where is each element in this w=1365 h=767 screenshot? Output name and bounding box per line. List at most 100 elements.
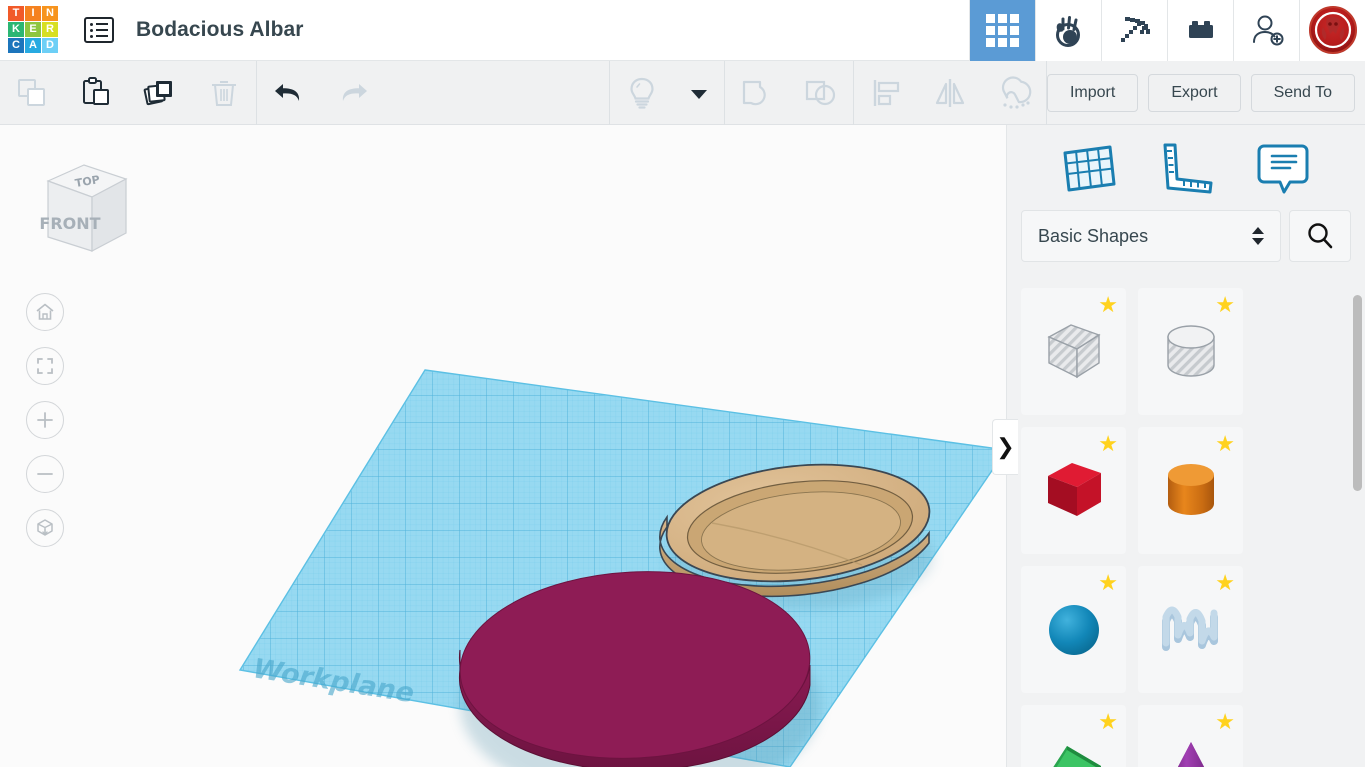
page-title: Bodacious Albar [136, 18, 304, 41]
undo-arrow-icon [275, 83, 300, 101]
pickaxe-icon [1120, 17, 1150, 42]
star-icon: ★ [1098, 709, 1118, 734]
duplicate-button[interactable] [128, 61, 192, 125]
logo-letter: I [31, 7, 35, 19]
view-cube-front-label: FRONT [39, 214, 100, 233]
star-icon: ★ [1215, 709, 1235, 734]
tab-workplane[interactable] [1058, 139, 1120, 197]
canvas-scene: Workplane [238, 369, 1006, 767]
zoom-out-button[interactable] [26, 455, 64, 493]
undo-button[interactable] [257, 61, 321, 125]
tab-ruler[interactable] [1155, 139, 1217, 197]
cylinder-thumbnail [1167, 463, 1214, 515]
panel-search-row: Basic Shapes [1007, 210, 1365, 262]
logo-tile-c: C [8, 38, 24, 53]
shape-cone[interactable]: ★ [1138, 705, 1243, 767]
nav-codeblocks[interactable] [1101, 0, 1167, 61]
user-avatar-icon [1314, 11, 1351, 49]
redo-arrow-icon [342, 83, 367, 101]
chevron-down-icon [690, 89, 707, 99]
logo-letter: E [29, 23, 37, 35]
logo-tile-e: E [25, 22, 41, 37]
shape-gallery[interactable]: ★ ★ ★ ★ ★ ★ ★ ★ [1007, 288, 1365, 767]
nav-circuits[interactable] [1035, 0, 1101, 61]
nav-3d-designs[interactable] [969, 0, 1035, 61]
logo-tile-r: R [42, 22, 58, 37]
send-to-button[interactable]: Send To [1250, 73, 1355, 112]
export-button[interactable]: Export [1148, 73, 1241, 112]
hamburger-list-icon[interactable] [84, 17, 114, 43]
star-icon: ★ [1215, 570, 1235, 595]
search-button[interactable] [1289, 210, 1351, 262]
star-icon: ★ [1098, 570, 1118, 595]
ungroup-button[interactable] [789, 61, 853, 125]
star-icon: ★ [1215, 292, 1235, 317]
tinkercad-logo[interactable]: T I N K E R C A D [8, 6, 58, 54]
group-button[interactable] [725, 61, 789, 125]
align-button[interactable] [854, 61, 918, 125]
panel-scrollbar-thumb[interactable] [1353, 295, 1362, 491]
logo-letter: N [46, 7, 54, 19]
minus-icon [37, 473, 53, 475]
panel-scrollbar[interactable] [1353, 295, 1362, 765]
home-view-button[interactable] [26, 293, 64, 331]
logo-letter: K [12, 23, 20, 35]
logo-letter: R [46, 23, 54, 35]
ortho-box-icon [37, 519, 53, 536]
lightbulb-icon [630, 77, 654, 109]
lightbulb-button[interactable] [610, 61, 674, 125]
align-icon [873, 79, 900, 106]
home-icon [36, 303, 54, 320]
shape-category-value: Basic Shapes [1038, 225, 1149, 246]
star-icon: ★ [1098, 431, 1118, 456]
grid-icon [986, 13, 1019, 47]
panel-collapse-button[interactable]: ❯ [992, 419, 1018, 475]
view-cube[interactable]: TOP FRONT [22, 147, 142, 267]
lightbulb-dropdown-button[interactable] [674, 61, 724, 125]
logo-tile-n: N [42, 6, 58, 21]
spinner-arrows-icon [1252, 227, 1264, 245]
zoom-in-button[interactable] [26, 401, 64, 439]
shape-cylinder[interactable]: ★ [1138, 427, 1243, 554]
design-canvas[interactable]: Workplane TOP FRONT [0, 125, 1006, 767]
star-icon: ★ [1215, 431, 1235, 456]
tab-notes[interactable] [1252, 139, 1314, 197]
cone-thumbnail [1177, 741, 1204, 767]
shape-box[interactable]: ★ [1021, 427, 1126, 554]
panel-tab-bar [1007, 125, 1365, 210]
nav-lessons[interactable] [1167, 0, 1233, 61]
shape-cylinder-hole[interactable]: ★ [1138, 288, 1243, 415]
magnet-button[interactable] [982, 61, 1046, 125]
import-button[interactable]: Import [1046, 73, 1139, 112]
shape-scribble[interactable]: ★ [1138, 566, 1243, 693]
main-toolbar: Import Export Send To [0, 60, 1365, 125]
projection-toggle-button[interactable] [26, 509, 64, 547]
delete-button[interactable] [192, 61, 256, 125]
logo-tile-a: A [25, 38, 41, 53]
circuits-hand-icon [1055, 16, 1080, 47]
mirror-button[interactable] [918, 61, 982, 125]
shape-roof[interactable]: ★ [1021, 705, 1126, 767]
nav-invite[interactable] [1233, 0, 1299, 61]
shape-category-select[interactable]: Basic Shapes [1021, 210, 1281, 262]
box-hole-thumbnail [1046, 323, 1101, 378]
nav-account[interactable] [1299, 0, 1365, 61]
trash-icon [212, 80, 236, 106]
tinkercad-app: T I N K E R C A D Bodacious Albar Import… [0, 0, 1365, 767]
roof-thumbnail [1052, 745, 1101, 767]
box-thumbnail [1047, 462, 1101, 516]
search-icon [1308, 223, 1333, 249]
plus-icon [37, 412, 53, 428]
copy-button[interactable] [0, 61, 64, 125]
notes-comment-icon [1257, 144, 1309, 193]
paste-button[interactable] [64, 61, 128, 125]
star-icon: ★ [1098, 292, 1118, 317]
logo-letter: C [12, 39, 20, 51]
fit-to-view-button[interactable] [26, 347, 64, 385]
shape-sphere[interactable]: ★ [1021, 566, 1126, 693]
ungroup-shapes-icon [805, 80, 836, 105]
redo-button[interactable] [321, 61, 385, 125]
logo-tile-k: K [8, 22, 24, 37]
shape-box-hole[interactable]: ★ [1021, 288, 1126, 415]
scribble-thumbnail [1161, 606, 1218, 651]
